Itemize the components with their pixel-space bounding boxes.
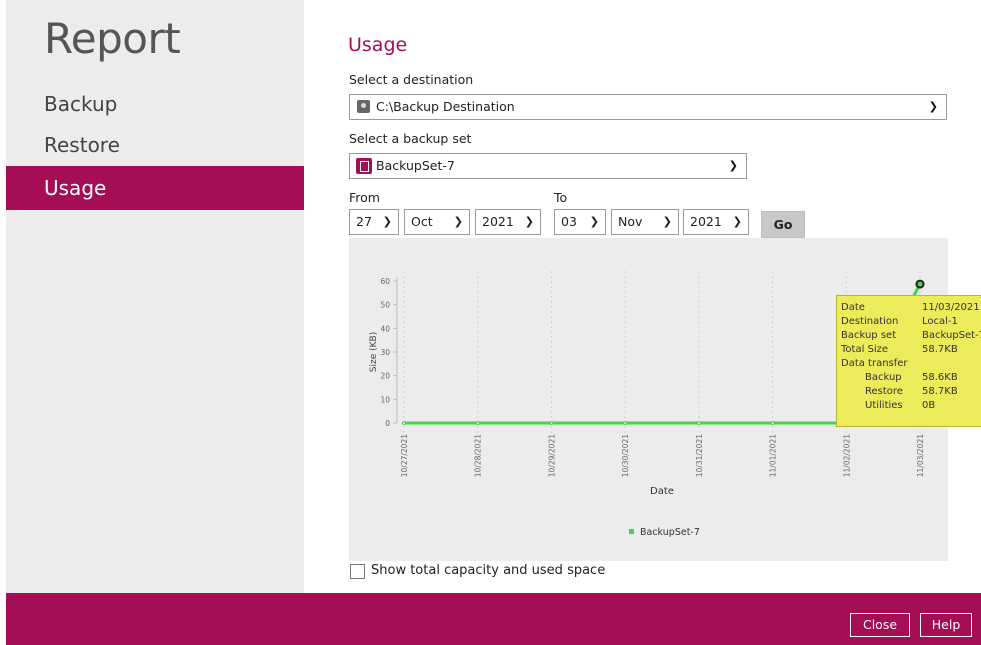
tooltip-row: Date 11/03/2021 xyxy=(841,302,981,315)
y-tick-label: 30 xyxy=(380,348,390,357)
to-month-select[interactable]: Nov ❯ xyxy=(611,209,679,235)
tooltip-key: Total Size xyxy=(841,344,889,355)
main-panel: Usage Select a destination C:\Backup Des… xyxy=(304,0,981,593)
close-button[interactable]: Close xyxy=(850,613,910,637)
chevron-down-icon: ❯ xyxy=(662,215,672,228)
to-year-select[interactable]: 2021 ❯ xyxy=(683,209,749,235)
x-tick-label: 10/29/2021 xyxy=(547,434,556,477)
legend-swatch xyxy=(629,529,634,534)
from-day-value: 27 xyxy=(356,214,372,229)
to-year-value: 2021 xyxy=(690,214,722,229)
tooltip-key: Date xyxy=(841,302,865,313)
chevron-down-icon: ❯ xyxy=(728,159,738,172)
y-tick-label: 60 xyxy=(380,277,390,286)
y-tick-label: 40 xyxy=(380,324,390,333)
backup-set-label: Select a backup set xyxy=(349,131,472,146)
data-point xyxy=(475,421,480,425)
tooltip-key: Data transfer xyxy=(841,358,908,369)
sidebar-item-restore[interactable]: Restore xyxy=(6,123,304,167)
tooltip-key: Destination xyxy=(841,316,899,327)
show-capacity-label: Show total capacity and used space xyxy=(371,563,606,578)
tooltip-row: Destination Local-1 xyxy=(841,316,981,329)
tooltip-row: Backup 58.6KB xyxy=(841,372,981,385)
help-button[interactable]: Help xyxy=(920,613,972,637)
tooltip-row: Utilities 0B xyxy=(841,400,981,413)
x-tick-label: 10/28/2021 xyxy=(474,434,483,477)
sidebar: Report Backup Restore Usage xyxy=(6,0,304,593)
destination-label: Select a destination xyxy=(349,72,474,87)
from-year-select[interactable]: 2021 ❯ xyxy=(475,209,541,235)
tooltip-value: 58.7KB xyxy=(922,386,958,397)
destination-select[interactable]: C:\Backup Destination ❯ xyxy=(349,94,947,120)
x-tick-label: 11/02/2021 xyxy=(842,434,851,477)
to-month-value: Nov xyxy=(618,214,643,229)
from-month-value: Oct xyxy=(411,214,433,229)
chevron-down-icon: ❯ xyxy=(732,215,742,228)
x-tick-label: 10/31/2021 xyxy=(695,434,704,477)
tooltip-key: Backup xyxy=(865,372,902,383)
from-day-select[interactable]: 27 ❯ xyxy=(349,209,399,235)
x-tick-label: 10/27/2021 xyxy=(400,434,409,477)
y-tick-label: 20 xyxy=(380,372,390,381)
from-year-value: 2021 xyxy=(482,214,514,229)
from-month-select[interactable]: Oct ❯ xyxy=(404,209,470,235)
to-day-value: 03 xyxy=(561,214,577,229)
tooltip-value: 11/03/2021 xyxy=(922,302,980,313)
data-point xyxy=(696,421,701,425)
tooltip-key: Restore xyxy=(865,386,903,397)
to-day-select[interactable]: 03 ❯ xyxy=(554,209,606,235)
chevron-down-icon: ❯ xyxy=(524,215,534,228)
chevron-down-icon: ❯ xyxy=(589,215,599,228)
tooltip-key: Utilities xyxy=(865,400,903,411)
legend-label: BackupSet-7 xyxy=(640,527,700,538)
data-point xyxy=(402,421,406,425)
y-axis-title: Size (KB) xyxy=(369,332,379,372)
x-tick-label: 11/03/2021 xyxy=(916,434,925,477)
tooltip-value: BackupSet-7 xyxy=(922,330,981,341)
tooltip-row: Restore 58.7KB xyxy=(841,386,981,399)
tooltip-value: 58.7KB xyxy=(922,344,958,355)
to-label: To xyxy=(554,190,568,205)
y-tick-label: 10 xyxy=(380,395,390,404)
tooltip-row: Backup set BackupSet-7 xyxy=(841,330,981,343)
tooltip-key: Backup set xyxy=(841,330,897,341)
backup-set-value: BackupSet-7 xyxy=(376,158,455,173)
page-title: Usage xyxy=(348,34,408,56)
data-point xyxy=(915,279,925,289)
tooltip-value: Local-1 xyxy=(922,316,958,327)
x-tick-label: 11/01/2021 xyxy=(769,434,778,477)
data-point xyxy=(549,421,554,425)
y-tick-label: 50 xyxy=(380,301,390,310)
tooltip-value: 58.6KB xyxy=(922,372,958,383)
chevron-down-icon: ❯ xyxy=(382,215,392,228)
sidebar-item-backup[interactable]: Backup xyxy=(6,82,304,126)
tooltip-row: Data transfer xyxy=(841,358,981,371)
tooltip-row: Total Size 58.7KB xyxy=(841,344,981,357)
sidebar-item-usage[interactable]: Usage xyxy=(6,166,304,210)
sidebar-title: Report xyxy=(44,14,181,63)
footer-bar: Close Help xyxy=(6,593,981,645)
from-label: From xyxy=(349,190,380,205)
backup-set-select[interactable]: BackupSet-7 ❯ xyxy=(349,153,747,179)
x-axis-title: Date xyxy=(650,486,674,497)
chevron-down-icon: ❯ xyxy=(453,215,463,228)
x-tick-label: 10/30/2021 xyxy=(621,434,630,477)
chart-tooltip: Date 11/03/2021 Destination Local-1 Backup… xyxy=(836,295,981,427)
go-button[interactable]: Go xyxy=(761,211,805,238)
chevron-down-icon: ❯ xyxy=(928,100,938,113)
drive-icon xyxy=(357,100,370,113)
show-capacity-checkbox[interactable] xyxy=(350,564,365,579)
data-point xyxy=(770,421,775,425)
data-point xyxy=(623,421,628,425)
y-tick-label: 0 xyxy=(385,419,390,428)
tooltip-value: 0B xyxy=(922,400,936,411)
destination-value: C:\Backup Destination xyxy=(376,99,515,114)
file-icon xyxy=(356,158,372,174)
